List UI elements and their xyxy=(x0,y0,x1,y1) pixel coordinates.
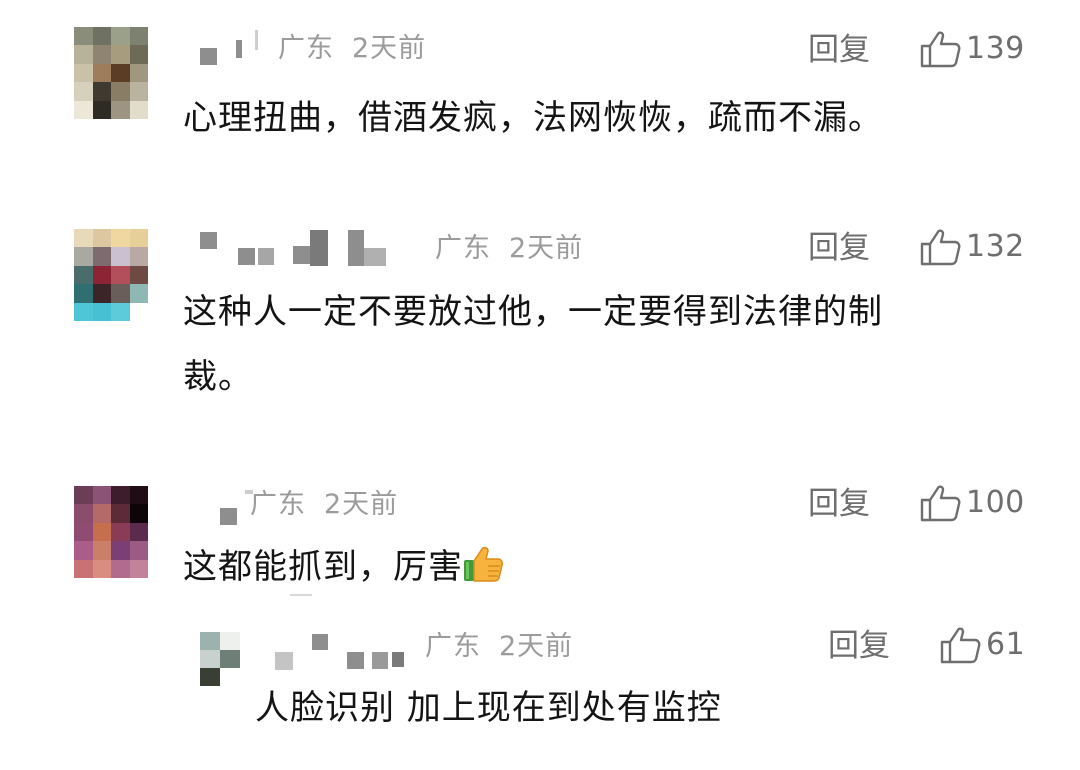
comment-meta: 广东 2天前 xyxy=(250,488,398,522)
like-count: 139 xyxy=(966,31,1025,66)
thumbs-up-icon xyxy=(940,627,981,664)
avatar[interactable] xyxy=(74,229,148,321)
reply-button[interactable]: 回复 xyxy=(808,486,870,522)
comment-3: 广东 2天前 回复 100 这都能抓到，厉害 xyxy=(0,460,1080,610)
location: 广东 xyxy=(278,33,334,64)
timestamp: 2天前 xyxy=(499,631,574,662)
comment-text-content: 这都能抓到，厉害 xyxy=(183,547,463,587)
reply-comment: 广东 2天前 回复 61 人脸识别 加上现在到处有监控 xyxy=(0,610,1080,770)
location: 广东 xyxy=(250,489,306,520)
username-redacted[interactable] xyxy=(200,228,390,268)
username-redacted[interactable] xyxy=(215,488,255,528)
thumbs-up-icon xyxy=(920,31,961,68)
divider xyxy=(290,594,312,596)
reply-button[interactable]: 回复 xyxy=(808,230,870,266)
comment-text: 心理扭曲，借酒发疯，法网恢恢，疏而不漏。 xyxy=(183,98,883,138)
like-button[interactable]: 100 xyxy=(920,484,1025,522)
avatar[interactable] xyxy=(200,632,240,686)
like-count: 132 xyxy=(966,229,1025,264)
comment-2: 广东 2天前 回复 132 这种人一定不要放过他，一定要得到法律的制 裁。 xyxy=(0,200,1080,460)
avatar[interactable] xyxy=(74,486,148,578)
username-redacted[interactable] xyxy=(200,28,270,68)
like-button[interactable]: 139 xyxy=(920,30,1025,68)
comment-text: 这种人一定不要放过他，一定要得到法律的制 裁。 xyxy=(183,280,883,410)
like-button[interactable]: 61 xyxy=(940,626,1025,664)
location: 广东 xyxy=(425,631,481,662)
thumbs-up-emoji-icon xyxy=(464,546,503,582)
comment-1: 广东 2天前 回复 139 心理扭曲，借酒发疯，法网恢恢，疏而不漏。 xyxy=(0,0,1080,200)
comment-text-line: 裁。 xyxy=(183,357,253,397)
timestamp: 2天前 xyxy=(509,233,584,264)
thumbs-up-icon xyxy=(920,485,961,522)
comment-text: 人脸识别 加上现在到处有监控 xyxy=(255,688,722,728)
timestamp: 2天前 xyxy=(352,33,427,64)
timestamp: 2天前 xyxy=(324,489,399,520)
comment-meta: 广东 2天前 xyxy=(435,232,583,266)
comment-meta: 广东 2天前 xyxy=(425,630,573,664)
like-button[interactable]: 132 xyxy=(920,228,1025,266)
reply-button[interactable]: 回复 xyxy=(808,32,870,68)
like-count: 61 xyxy=(986,627,1026,662)
comment-meta: 广东 2天前 xyxy=(278,32,426,66)
avatar[interactable] xyxy=(74,27,148,119)
like-count: 100 xyxy=(966,485,1025,520)
location: 广东 xyxy=(435,233,491,264)
username-redacted[interactable] xyxy=(272,630,412,670)
comment-text-line: 这种人一定不要放过他，一定要得到法律的制 xyxy=(183,292,883,332)
thumbs-up-icon xyxy=(920,229,961,266)
reply-button[interactable]: 回复 xyxy=(828,628,890,664)
comment-text: 这都能抓到，厉害 xyxy=(183,535,503,600)
